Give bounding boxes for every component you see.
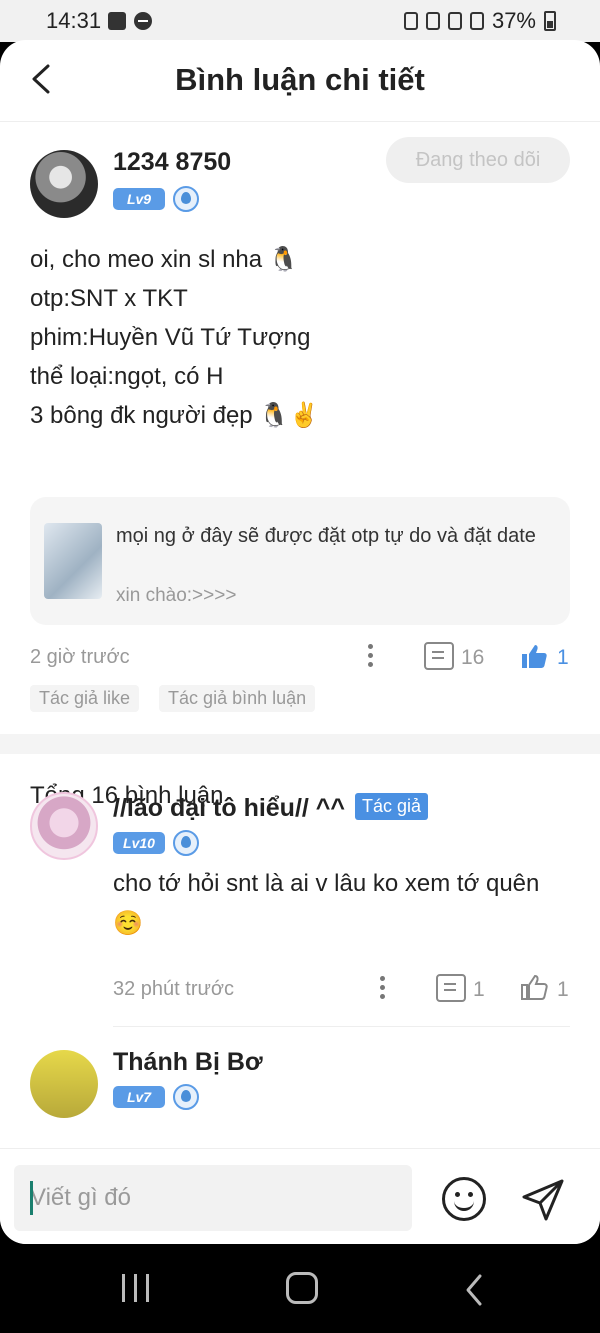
thumbs-up-icon[interactable]	[520, 974, 548, 1000]
home-icon[interactable]	[286, 1272, 318, 1304]
clock: 14:31	[46, 8, 102, 33]
level-badge: Lv10	[113, 832, 165, 854]
shield-status-icon	[403, 12, 418, 30]
level-badge: Lv7	[113, 1086, 165, 1108]
comment-username[interactable]: //lão đại tô hiểu// ^^	[113, 794, 345, 823]
quoted-subtitle: xin chào:>>>>	[116, 585, 237, 606]
reply-count: 1	[473, 978, 485, 1001]
post-time: 2 giờ trước	[30, 646, 130, 668]
following-button[interactable]: Đang theo dõi	[386, 137, 570, 183]
comment-composer	[0, 1148, 600, 1244]
comment-username[interactable]: Thánh Bị Bơ	[113, 1048, 263, 1077]
avatar[interactable]	[30, 150, 98, 218]
gallery-icon	[108, 12, 126, 30]
avatar[interactable]	[30, 792, 98, 860]
comment-icon[interactable]	[424, 642, 454, 670]
text-caret	[30, 1181, 33, 1215]
more-options-icon[interactable]	[367, 644, 373, 668]
post-line: oi, cho meo xin sl nha 🐧	[30, 246, 299, 273]
post-line: thể loại:ngọt, có H	[30, 363, 224, 390]
thumbs-up-filled-icon[interactable]	[520, 643, 548, 669]
system-nav-bar	[0, 1244, 600, 1333]
signal-icon	[469, 12, 484, 30]
comment-divider	[113, 1026, 570, 1027]
like-count: 1	[557, 646, 569, 669]
tag-author-like: Tác giả like	[30, 685, 140, 712]
post-content: oi, cho meo xin sl nha 🐧 otp:SNT x TKT p…	[30, 240, 570, 435]
top-bar: Bình luận chi tiết	[0, 40, 600, 122]
post-line: otp:SNT x TKT	[30, 285, 188, 312]
shield-icon	[173, 186, 199, 212]
send-icon[interactable]	[520, 1177, 566, 1223]
quoted-thumbnail	[44, 523, 102, 599]
more-options-icon[interactable]	[379, 976, 385, 1000]
avatar[interactable]	[30, 1050, 98, 1118]
tag-author-comment: Tác giả bình luận	[159, 685, 316, 712]
author-badge: Tác giả	[355, 793, 429, 820]
emoji-icon[interactable]	[442, 1177, 486, 1221]
comment-input[interactable]	[14, 1165, 412, 1231]
post-meta: 2 giờ trước 16 1	[30, 642, 570, 672]
comment-count: 16	[461, 646, 485, 669]
post-username[interactable]: 1234 8750	[113, 148, 231, 177]
tag-list: Tác giả like Tác giả bình luận	[30, 685, 316, 712]
comment-text: cho tớ hỏi snt là ai v lâu ko xem tớ quê…	[113, 870, 540, 937]
wifi-icon	[447, 12, 462, 30]
status-bar: 14:31 37%	[0, 0, 600, 42]
alarm-icon	[425, 12, 440, 30]
level-badge: Lv9	[113, 188, 165, 210]
like-count: 1	[557, 978, 569, 1001]
battery-icon	[544, 11, 556, 31]
shield-icon	[173, 830, 199, 856]
back-icon[interactable]	[460, 1272, 488, 1308]
post-line: phim:Huyền Vũ Tứ Tượng	[30, 324, 311, 351]
post-line: 3 bông đk người đẹp 🐧✌️	[30, 402, 320, 429]
recent-apps-icon[interactable]	[118, 1274, 152, 1304]
quoted-post-card[interactable]: mọi ng ở đây sẽ được đặt otp tự do và đặ…	[30, 497, 570, 625]
app-screen: Bình luận chi tiết 1234 8750 Lv9 Đang th…	[0, 40, 600, 1244]
comment-icon[interactable]	[436, 974, 466, 1002]
battery-percent: 37%	[491, 8, 536, 33]
shield-icon	[173, 1084, 199, 1110]
page-title: Bình luận chi tiết	[175, 62, 425, 97]
quoted-title: mọi ng ở đây sẽ được đặt otp tự do và đặ…	[116, 525, 536, 547]
section-divider	[0, 734, 600, 754]
comment-time: 32 phút trước	[113, 978, 235, 1000]
do-not-disturb-icon	[134, 12, 152, 30]
